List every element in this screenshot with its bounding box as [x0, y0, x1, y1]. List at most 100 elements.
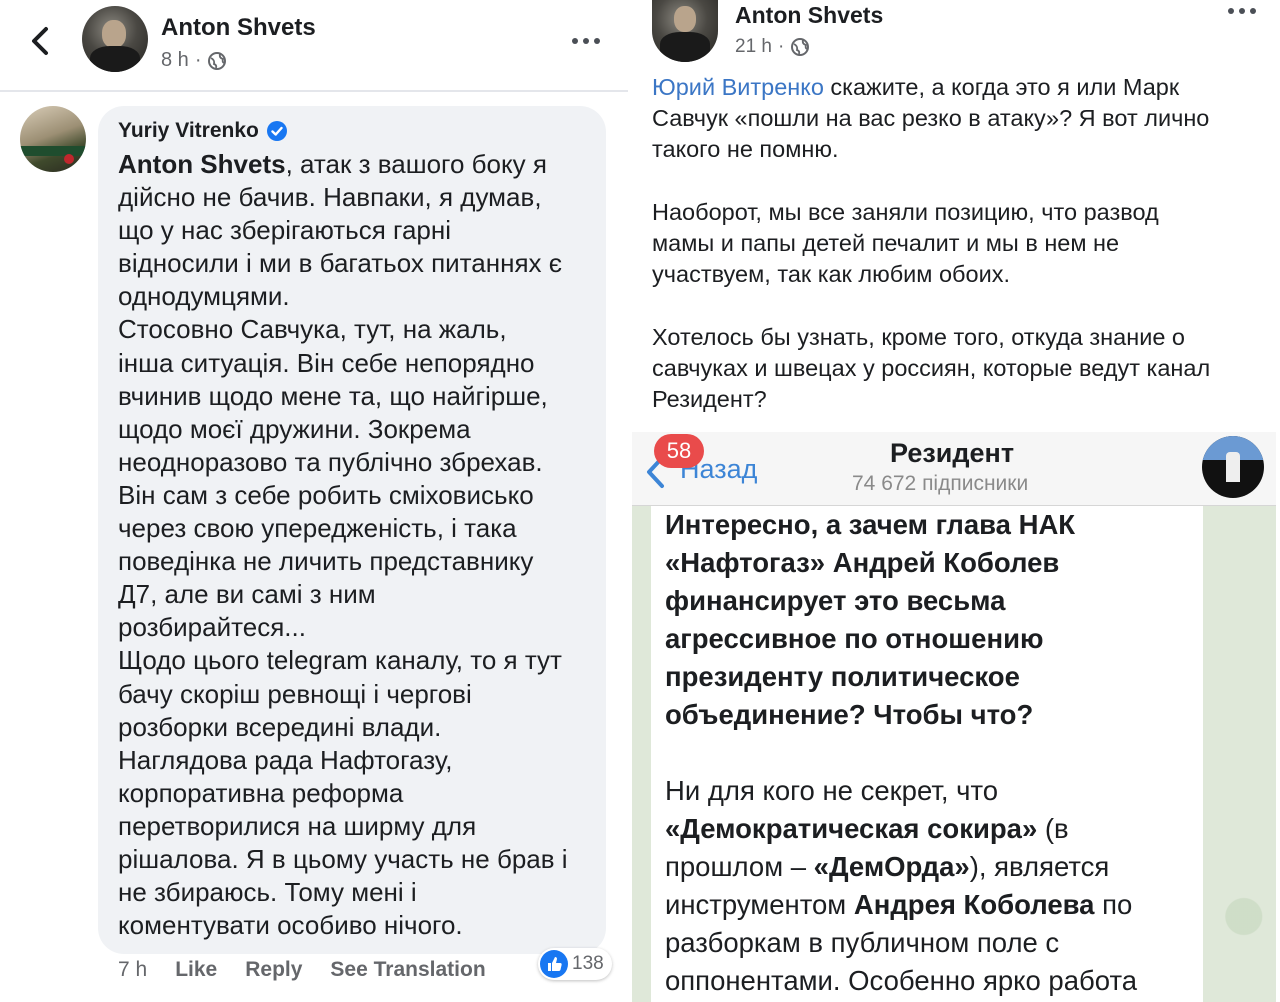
- globe-icon: [791, 38, 810, 56]
- message-fragment: по: [1094, 889, 1133, 920]
- comment-line: не збираюсь. Тому мені і: [118, 877, 417, 908]
- more-dots-icon[interactable]: [1228, 6, 1258, 16]
- post-line: Наоборот, мы все заняли позицию, что раз…: [652, 198, 1159, 225]
- message-line: инструментом Андрея Коболева по: [665, 886, 1205, 924]
- comment-line: Наглядова рада Нафтогазу,: [118, 744, 453, 775]
- more-dots-icon[interactable]: [572, 36, 602, 46]
- avatar[interactable]: [82, 6, 148, 72]
- author-name[interactable]: Anton Shvets: [735, 2, 883, 29]
- message-fragment: разборкам в публичном поле с: [665, 927, 1060, 958]
- comment-line: інша ситуація. Він себе непорядно: [118, 347, 535, 378]
- message-line: «Демократическая сокира» (в: [665, 810, 1205, 848]
- comment-line: однодумцями.: [118, 281, 290, 312]
- post-time[interactable]: 8 h: [161, 49, 189, 72]
- author-name[interactable]: Anton Shvets: [161, 14, 316, 42]
- comment-line: бачу скоріш ревнощі і чергові: [118, 678, 472, 709]
- commenter-avatar[interactable]: [20, 106, 86, 172]
- message-line: Ни для кого не секрет, что: [665, 772, 1205, 810]
- comment-line: Щодо цього telegram каналу, то я тут: [118, 645, 562, 676]
- comment-line: через свою упередженість, і така: [118, 513, 517, 544]
- comment-line: Anton Shvets, атак з вашого боку я: [118, 148, 598, 181]
- comment-line: щодо моєї дружини. Зокрема: [118, 413, 471, 444]
- message-line: оппонентами. Особенно ярко работа: [665, 962, 1205, 1000]
- message-text: Интересно, а зачем глава НАК «Нафтогаз» А…: [665, 506, 1205, 1000]
- comment-line: відносили і ми в багатьох питаннях є: [118, 248, 563, 279]
- message-line: разборкам в публичном поле с: [665, 924, 1205, 962]
- comment-line: що у нас зберігаються гарні: [118, 215, 451, 246]
- post-text: Юрий Витренко скажите, а когда это я или…: [652, 72, 1262, 415]
- comment-text: Anton Shvets, атак з вашого боку я дійсн…: [118, 148, 598, 942]
- message-line: объединение? Чтобы что?: [665, 699, 1034, 730]
- comment-line: корпоративна реформа: [118, 777, 404, 808]
- message-fragment: «Демократическая сокира»: [665, 813, 1038, 844]
- left-screenshot: Anton Shvets 8 h · Yuriy Vitrenko Anton …: [0, 0, 628, 1002]
- post-line: такого не помню.: [652, 136, 839, 163]
- message-line: президенту политическое: [665, 661, 1020, 692]
- message-fragment: инструментом: [665, 889, 854, 920]
- verified-badge-icon: [266, 121, 287, 141]
- like-reaction-icon: [540, 950, 568, 978]
- reply-button[interactable]: Reply: [245, 958, 302, 982]
- message-fragment: «ДемОрда»: [813, 851, 970, 882]
- comment-mention[interactable]: Anton Shvets: [118, 149, 286, 179]
- post-line: участвуем, так как любим обоих.: [652, 261, 1010, 288]
- post-line: Хотелось бы узнать, кроме того, откуда з…: [652, 323, 1185, 350]
- mention-link[interactable]: Юрий Витренко: [652, 74, 824, 100]
- message-fragment: прошлом –: [665, 851, 814, 882]
- message-fragment: Ни для кого не секрет, что: [665, 775, 999, 806]
- comment-line: Він сам з себе робить сміховисько: [118, 479, 534, 510]
- message-fragment: Андрея Коболева: [853, 889, 1095, 920]
- post-header: Anton Shvets 8 h ·: [0, 0, 628, 92]
- telegram-header: Назад 58 Резидент 74 672 підписники: [632, 432, 1276, 506]
- message-line: агрессивное по отношению: [665, 623, 1044, 654]
- see-translation-button[interactable]: See Translation: [330, 958, 485, 982]
- post-line: Юрий Витренко скажите, а когда это я или…: [652, 72, 1262, 103]
- meta-separator: ·: [194, 49, 202, 71]
- message-line: Интересно, а зачем глава НАК: [665, 509, 1076, 540]
- comment-line: перетворилися на ширму для: [118, 810, 477, 841]
- comment-line: Стосовно Савчука, тут, на жаль,: [118, 314, 507, 345]
- comment-line: коментувати особиво нічого.: [118, 910, 463, 941]
- comment-line: дійсно не бачив. Навпаки, я думав,: [118, 182, 542, 213]
- comment-line-rest: , атак з вашого боку я: [285, 149, 547, 179]
- message-fragment: (в: [1037, 813, 1069, 844]
- comment-line: розборки всередині влади.: [118, 711, 442, 742]
- unread-badge: 58: [654, 434, 704, 468]
- post-line: Резидент?: [652, 386, 767, 412]
- comment-line: розбирайтеся...: [118, 612, 306, 643]
- post-time[interactable]: 21 h: [735, 36, 772, 58]
- globe-icon: [208, 51, 227, 70]
- message-line: «Нафтогаз» Андрей Коболев: [665, 547, 1060, 578]
- post-line-rest: скажите, а когда это я или Марк: [823, 74, 1180, 100]
- comment-author[interactable]: Yuriy Vitrenko: [118, 119, 287, 143]
- subscriber-count: 74 672 підписники: [852, 472, 1029, 495]
- post-line: мамы и папы детей печалит и мы в нем не: [652, 230, 1120, 256]
- post-line: Савчук «пошли на вас резко в атаку»? Я в…: [652, 105, 1210, 132]
- reaction-count-value: 138: [572, 953, 604, 974]
- chevron-left-icon[interactable]: [26, 24, 56, 58]
- channel-title[interactable]: Резидент: [890, 438, 1014, 469]
- message-fragment: оппонентами. Особенно ярко работа: [665, 965, 1138, 996]
- comment-author-name[interactable]: Yuriy Vitrenko: [118, 119, 259, 143]
- reaction-count[interactable]: 138: [538, 948, 612, 980]
- message-line: финансирует это весьма: [665, 585, 1006, 616]
- post-meta: 8 h ·: [161, 49, 227, 72]
- channel-avatar[interactable]: [1202, 436, 1264, 498]
- comment-time[interactable]: 7 h: [118, 958, 147, 982]
- comment-line: Д7, але ви самі з ним: [118, 579, 376, 610]
- message-fragment: ), является: [969, 851, 1110, 882]
- comment-line: рішалова. Я в цьому участь не брав і: [118, 843, 568, 874]
- comment-line: поведінка не личить представнику: [118, 546, 534, 577]
- comment-line: вчинив щодо мене та, що найгірше,: [118, 380, 548, 411]
- comment-actions: 7 h Like Reply See Translation: [118, 958, 514, 982]
- post-line: савчуках и швецах у россиян, которые вед…: [652, 354, 1211, 381]
- comment-line: неодноразово та публічно збрехав.: [118, 446, 543, 477]
- post-meta: 21 h ·: [735, 36, 810, 58]
- message-line: прошлом – «ДемОрда»), является: [665, 848, 1205, 886]
- avatar[interactable]: [652, 0, 718, 62]
- like-button[interactable]: Like: [175, 958, 217, 982]
- meta-separator: ·: [777, 36, 785, 57]
